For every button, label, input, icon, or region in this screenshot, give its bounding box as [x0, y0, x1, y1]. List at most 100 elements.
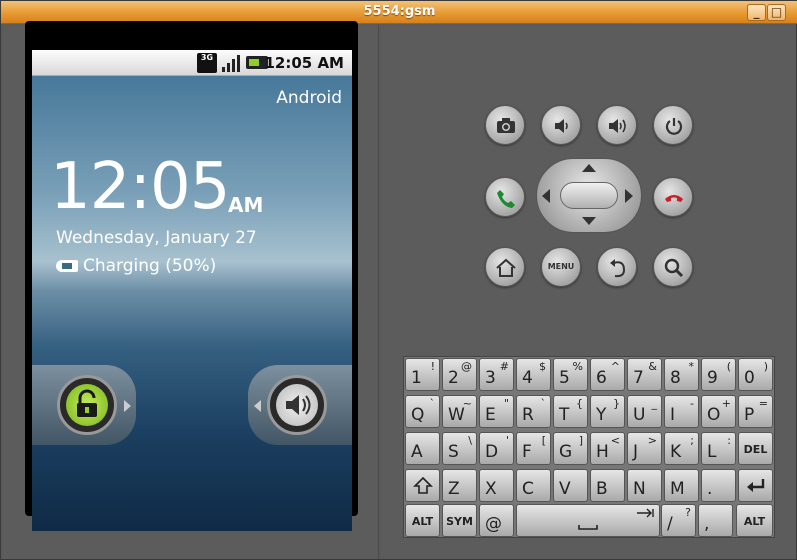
key-c[interactable]: C — [516, 469, 551, 502]
call-button[interactable] — [485, 177, 525, 217]
lock-screen[interactable]: 3G 12:05 AM Android 12:05 AM Wednesday, … — [32, 50, 352, 531]
delete-key[interactable]: DEL — [738, 432, 773, 465]
search-button[interactable] — [653, 247, 693, 287]
key-period[interactable]: . — [701, 469, 736, 502]
key-label: E — [485, 405, 496, 425]
camera-button[interactable] — [485, 105, 525, 145]
sym-key[interactable]: SYM — [442, 504, 477, 537]
alt-right-key[interactable]: ALT — [736, 504, 773, 537]
key-sublabel: ` — [540, 397, 547, 410]
menu-button[interactable]: MENU — [541, 247, 581, 287]
minimize-button-2[interactable]: _ — [747, 4, 766, 21]
key-l[interactable]: L: — [701, 432, 736, 465]
volume-down-button[interactable] — [541, 105, 581, 145]
key-b[interactable]: B — [590, 469, 625, 502]
dpad-down-icon[interactable] — [582, 217, 596, 225]
key-label: S — [448, 442, 459, 462]
key-e[interactable]: E " — [479, 395, 514, 428]
key-label: C — [522, 479, 534, 499]
window-title: 5554:gsm — [363, 4, 436, 19]
key-0[interactable]: 0) — [738, 358, 773, 391]
comma-key[interactable]: , — [698, 504, 733, 537]
key-x[interactable]: X — [479, 469, 514, 502]
key-u[interactable]: U _ — [627, 395, 662, 428]
key-r[interactable]: R ` — [516, 395, 551, 428]
key-d[interactable]: D ' — [479, 432, 514, 465]
key-label: 6 — [596, 368, 607, 388]
key-label: G — [559, 442, 573, 462]
key-label: 2 — [448, 368, 459, 388]
unlock-arrow-icon — [124, 400, 131, 412]
key-h[interactable]: H < — [590, 432, 625, 465]
key-3[interactable]: 3 # — [479, 358, 514, 391]
key-k[interactable]: K; — [664, 432, 699, 465]
key-j[interactable]: J > — [627, 432, 662, 465]
key-6[interactable]: 6 ^ — [590, 358, 625, 391]
key-1[interactable]: 1! — [405, 358, 440, 391]
key-v[interactable]: V — [553, 469, 588, 502]
dpad-up-icon[interactable] — [582, 164, 596, 172]
key-n[interactable]: N — [627, 469, 662, 502]
key-sublabel: + — [721, 397, 731, 410]
maximize-button[interactable]: □ — [767, 4, 786, 21]
unlock-slider-handle[interactable] — [57, 375, 117, 435]
key-y[interactable]: Y} — [590, 395, 625, 428]
key-sublabel: ) — [763, 360, 768, 373]
alt-left-key[interactable]: ALT — [405, 504, 440, 537]
key-sublabel: - — [690, 397, 694, 410]
space-key[interactable] — [516, 504, 660, 537]
key-8[interactable]: 8 * — [664, 358, 699, 391]
home-button[interactable] — [485, 247, 525, 287]
shift-key[interactable] — [405, 469, 440, 502]
search-icon — [664, 258, 684, 278]
key-sublabel: \ — [468, 434, 472, 447]
key-s[interactable]: S \ — [442, 432, 477, 465]
key-sublabel: ; — [690, 434, 694, 447]
slash-key-visible[interactable]: /? — [661, 504, 696, 537]
back-button[interactable] — [597, 247, 637, 287]
key-sublabel: [ — [541, 434, 546, 447]
at-key[interactable]: @ — [479, 504, 514, 537]
dpad-right-icon[interactable] — [625, 189, 633, 203]
key-label: Z — [448, 479, 460, 499]
key-label: T — [559, 405, 570, 425]
key-label: L — [707, 442, 717, 462]
key-7[interactable]: 7 & — [627, 358, 662, 391]
sound-toggle-handle[interactable] — [267, 375, 327, 435]
enter-key[interactable] — [738, 469, 773, 502]
key-i[interactable]: I- — [664, 395, 699, 428]
slash-label: / — [667, 514, 673, 534]
key-sublabel: ^ — [610, 360, 620, 373]
key-sublabel: @ — [461, 360, 472, 373]
key-label: M — [670, 479, 685, 499]
delete-label: DEL — [743, 443, 768, 456]
key-2[interactable]: 2 @ — [442, 358, 477, 391]
carrier-label: Android — [276, 88, 342, 108]
key-sublabel: = — [758, 397, 768, 410]
key-f[interactable]: F[ — [516, 432, 551, 465]
key-w[interactable]: W ~ — [442, 395, 477, 428]
dpad-center-button[interactable] — [560, 182, 618, 209]
key-label: Q — [411, 405, 425, 425]
key-sublabel: * — [688, 360, 695, 373]
home-icon — [496, 258, 516, 277]
network-3g-icon: 3G — [197, 53, 217, 73]
key-o[interactable]: O + — [701, 395, 736, 428]
key-p[interactable]: P = — [738, 395, 773, 428]
key-q[interactable]: Q ` — [405, 395, 440, 428]
volume-up-icon — [609, 119, 626, 133]
key-t[interactable]: T{ — [553, 395, 588, 428]
key-4[interactable]: 4 $ — [516, 358, 551, 391]
key-m[interactable]: M — [664, 469, 699, 502]
end-call-button[interactable] — [653, 177, 693, 217]
key-z[interactable]: Z — [442, 469, 477, 502]
key-9[interactable]: 9( — [701, 358, 736, 391]
key-5[interactable]: 5% — [553, 358, 588, 391]
key-g[interactable]: G] — [553, 432, 588, 465]
key-a[interactable]: A — [405, 432, 440, 465]
dpad-left-icon[interactable] — [542, 189, 550, 203]
key-sublabel: ] — [578, 434, 583, 447]
power-button[interactable] — [653, 105, 693, 145]
volume-up-button[interactable] — [597, 105, 637, 145]
key-label: 1 — [411, 368, 422, 388]
